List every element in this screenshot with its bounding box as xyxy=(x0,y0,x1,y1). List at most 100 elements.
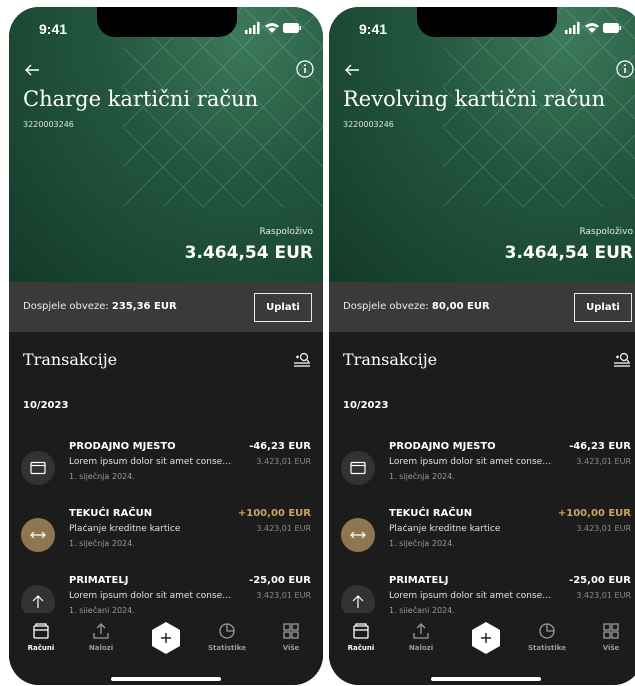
transaction-balance: 3.423,01 EUR xyxy=(256,524,311,533)
due-obligations-bar: Dospjele obveze: 235,36 EUR Uplati xyxy=(9,282,323,332)
send-icon xyxy=(93,623,109,639)
phone-screen-charge: 9:41 Charge kartični račun 3220003246 Ra… xyxy=(9,7,323,685)
tab-label: Računi xyxy=(27,644,55,652)
account-number: 3220003246 xyxy=(23,120,74,129)
tab-label: Statistike xyxy=(528,644,566,652)
available-balance: 3.464,54 EUR xyxy=(184,243,313,263)
month-header: 10/2023 xyxy=(23,400,69,411)
transaction-date: 1. siječnja 2024. xyxy=(389,472,455,481)
due-obligations: Dospjele obveze: 235,36 EUR xyxy=(23,301,177,312)
transaction-row[interactable]: TEKUĆI RAČUN Plaćanje kreditne kartice 1… xyxy=(9,508,323,566)
due-obligations-bar: Dospjele obveze: 80,00 EUR Uplati xyxy=(329,282,635,332)
tab-statistics[interactable]: Statistike xyxy=(199,621,255,652)
pie-chart-icon xyxy=(539,623,555,639)
page-title: Revolving kartični račun xyxy=(343,87,606,111)
transaction-amount: +100,00 EUR xyxy=(557,508,631,519)
status-icons xyxy=(245,22,301,34)
tab-label: Više xyxy=(282,644,300,652)
account-header xyxy=(9,7,323,282)
status-time: 9:41 xyxy=(359,21,388,37)
transaction-name: PRIMATELJ xyxy=(389,575,449,586)
transaction-amount: +100,00 EUR xyxy=(237,508,311,519)
tab-accounts[interactable]: Računi xyxy=(13,621,69,652)
tab-statistics[interactable]: Statistike xyxy=(519,621,575,652)
available-label: Raspoloživo xyxy=(579,227,633,237)
tab-more[interactable]: Više xyxy=(263,621,319,652)
send-icon xyxy=(413,623,429,639)
tab-label: Više xyxy=(602,644,620,652)
pie-chart-icon xyxy=(219,623,235,639)
account-header xyxy=(329,7,635,282)
add-button[interactable] xyxy=(469,621,503,655)
tab-more[interactable]: Više xyxy=(583,621,635,652)
wallet-icon xyxy=(353,623,369,639)
available-label: Raspoloživo xyxy=(259,227,313,237)
transaction-balance: 3.423,01 EUR xyxy=(256,457,311,466)
tab-label: Statistike xyxy=(208,644,246,652)
transaction-row[interactable]: TEKUĆI RAČUN Plaćanje kreditne kartice 1… xyxy=(329,508,635,566)
transaction-balance: 3.423,01 EUR xyxy=(576,457,631,466)
transaction-description: Lorem ipsum dolor sit amet consectetur xyxy=(389,457,554,467)
transaction-description: Lorem ipsum dolor sit amet consectetur xyxy=(69,457,234,467)
tab-label: Računi xyxy=(347,644,375,652)
transaction-search-icon[interactable] xyxy=(613,352,631,368)
transaction-name: TEKUĆI RAČUN xyxy=(69,508,153,519)
device-notch xyxy=(97,7,237,37)
home-indicator xyxy=(431,677,541,681)
tab-accounts[interactable]: Računi xyxy=(333,621,389,652)
transfer-icon xyxy=(341,518,375,552)
due-label: Dospjele obveze: xyxy=(23,301,109,312)
transaction-name: PRIMATELJ xyxy=(69,575,129,586)
device-notch xyxy=(417,7,557,37)
transaction-description: Plaćanje kreditne kartice xyxy=(69,524,181,534)
transaction-date: 1. siječnja 2024. xyxy=(69,472,135,481)
account-number: 3220003246 xyxy=(343,120,394,129)
card-icon xyxy=(21,451,55,485)
transactions-title: Transakcije xyxy=(343,350,438,369)
transaction-row[interactable]: PRODAJNO MJESTO Lorem ipsum dolor sit am… xyxy=(9,441,323,499)
transaction-row[interactable]: PRODAJNO MJESTO Lorem ipsum dolor sit am… xyxy=(329,441,635,499)
month-header: 10/2023 xyxy=(343,400,389,411)
transaction-name: TEKUĆI RAČUN xyxy=(389,508,473,519)
grid-icon xyxy=(603,623,619,639)
transaction-search-icon[interactable] xyxy=(293,352,311,368)
transaction-amount: -25,00 EUR xyxy=(569,575,631,586)
transaction-balance: 3.423,01 EUR xyxy=(576,524,631,533)
transaction-name: PRODAJNO MJESTO xyxy=(389,441,496,452)
transaction-name: PRODAJNO MJESTO xyxy=(69,441,176,452)
transaction-description: Lorem ipsum dolor sit amet consectetur xyxy=(69,591,234,601)
home-indicator xyxy=(111,677,221,681)
bottom-tab-bar: Računi Nalozi Statistike Više xyxy=(9,613,323,685)
transfer-icon xyxy=(21,518,55,552)
phone-screen-revolving: 9:41 Revolving kartični račun 3220003246… xyxy=(329,7,635,685)
wallet-icon xyxy=(33,623,49,639)
due-label: Dospjele obveze: xyxy=(343,301,429,312)
due-amount: 80,00 EUR xyxy=(431,301,490,312)
transaction-amount: -46,23 EUR xyxy=(569,441,631,452)
due-obligations: Dospjele obveze: 80,00 EUR xyxy=(343,301,490,312)
info-icon[interactable] xyxy=(615,59,635,79)
transaction-amount: -46,23 EUR xyxy=(249,441,311,452)
status-time: 9:41 xyxy=(39,21,68,37)
pay-button[interactable]: Uplati xyxy=(574,293,632,322)
transaction-description: Lorem ipsum dolor sit amet consectetur xyxy=(389,591,554,601)
grid-icon xyxy=(283,623,299,639)
transaction-description: Plaćanje kreditne kartice xyxy=(389,524,501,534)
status-icons xyxy=(565,22,621,34)
tab-orders[interactable]: Nalozi xyxy=(73,621,129,652)
pay-button[interactable]: Uplati xyxy=(254,293,312,322)
bottom-tab-bar: Računi Nalozi Statistike Više xyxy=(329,613,635,685)
transaction-date: 1. siječnja 2024. xyxy=(69,539,135,548)
tab-label: Nalozi xyxy=(408,644,434,652)
due-amount: 235,36 EUR xyxy=(111,301,177,312)
add-button[interactable] xyxy=(149,621,183,655)
tab-orders[interactable]: Nalozi xyxy=(393,621,449,652)
page-title: Charge kartični račun xyxy=(23,87,259,111)
tab-label: Nalozi xyxy=(88,644,114,652)
card-icon xyxy=(341,451,375,485)
transaction-amount: -25,00 EUR xyxy=(249,575,311,586)
info-icon[interactable] xyxy=(295,59,315,79)
back-arrow-icon[interactable] xyxy=(23,61,41,79)
transaction-date: 1. siječnja 2024. xyxy=(389,539,455,548)
back-arrow-icon[interactable] xyxy=(343,61,361,79)
